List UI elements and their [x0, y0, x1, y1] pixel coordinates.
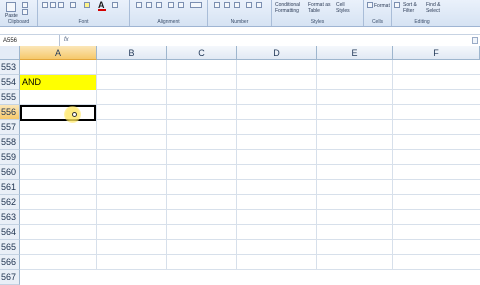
increase-decimal-icon[interactable] [246, 2, 252, 8]
active-cell-a556[interactable] [20, 105, 96, 121]
clipboard-group: Paste Clipboard [0, 0, 38, 26]
bold-icon[interactable] [42, 2, 48, 8]
gridline [20, 164, 480, 165]
column-header-b[interactable]: B [97, 46, 167, 60]
number-group: Number [208, 0, 272, 26]
styles-group: Conditional Formatting Format as Table C… [272, 0, 364, 26]
row-header[interactable]: 564 [0, 225, 20, 240]
merge-center-icon[interactable] [190, 2, 202, 8]
mouse-cursor-icon [72, 112, 77, 117]
decrease-decimal-icon[interactable] [256, 2, 262, 8]
expand-formula-bar-icon[interactable] [472, 37, 478, 44]
find-select-button[interactable]: Find & Select [426, 2, 448, 14]
font-group: A Font [38, 0, 130, 26]
row-header[interactable]: 567 [0, 270, 20, 285]
number-group-label: Number [230, 19, 249, 25]
editing-group-label: Editing [414, 19, 430, 25]
font-color-button[interactable]: A [98, 0, 106, 11]
cell-a554[interactable]: AND [20, 75, 96, 90]
row-header[interactable]: 553 [0, 60, 20, 75]
column-header-c[interactable]: C [167, 46, 237, 60]
row-header[interactable]: 557 [0, 120, 20, 135]
align-center-icon[interactable] [146, 2, 152, 8]
ribbon: Paste Clipboard A Font Alignment Number … [0, 0, 480, 27]
clipboard-group-label: Clipboard [7, 19, 30, 25]
borders-icon[interactable] [70, 2, 76, 8]
row-header[interactable]: 561 [0, 180, 20, 195]
editing-group: Sort & Filter Find & Select Editing [392, 0, 452, 26]
row-header[interactable]: 560 [0, 165, 20, 180]
row-header[interactable]: 558 [0, 135, 20, 150]
cell-styles-button[interactable]: Cell Styles [336, 2, 358, 14]
format-button[interactable]: Format [374, 3, 390, 9]
gridline [20, 224, 480, 225]
conditional-formatting-button[interactable]: Conditional Formatting [275, 2, 305, 14]
column-header-a[interactable]: A [20, 46, 97, 60]
column-header-e[interactable]: E [317, 46, 393, 60]
column-header-f[interactable]: F [393, 46, 480, 60]
align-right-icon[interactable] [156, 2, 162, 8]
row-header-selected[interactable]: 556 [0, 105, 20, 120]
row-header[interactable]: 566 [0, 255, 20, 270]
sort-filter-button[interactable]: Sort & Filter [403, 2, 423, 14]
format-as-table-button[interactable]: Format as Table [308, 2, 332, 14]
align-left-icon[interactable] [136, 2, 142, 8]
cells-group: Format Cells [364, 0, 392, 26]
row-header[interactable]: 555 [0, 90, 20, 105]
select-all-corner[interactable] [0, 46, 20, 60]
comma-style-icon[interactable] [234, 2, 240, 8]
row-header[interactable]: 563 [0, 210, 20, 225]
italic-icon[interactable] [50, 2, 56, 8]
copy-icon[interactable] [22, 9, 28, 15]
font-color-swatch [98, 9, 106, 11]
paste-icon[interactable] [6, 2, 16, 12]
font-group-label: Font [78, 19, 89, 25]
cells-group-label: Cells [371, 19, 384, 25]
insert-function-icon[interactable]: fx [64, 37, 69, 43]
row-header[interactable]: 554 [0, 75, 20, 90]
row-header[interactable]: 565 [0, 240, 20, 255]
gridline [20, 179, 480, 180]
worksheet-grid[interactable]: A B C D E F 553 554 555 556 557 558 559 … [0, 46, 480, 285]
gridline [20, 209, 480, 210]
gridline [20, 134, 480, 135]
fill-color-icon[interactable] [84, 2, 90, 8]
gridline [20, 194, 480, 195]
cut-icon[interactable] [22, 2, 28, 8]
increase-indent-icon[interactable] [178, 2, 184, 8]
gridline [20, 239, 480, 240]
column-header-d[interactable]: D [237, 46, 317, 60]
font-options-icon[interactable] [112, 2, 118, 8]
percent-icon[interactable] [224, 2, 230, 8]
row-header[interactable]: 559 [0, 150, 20, 165]
alignment-group-label: Alignment [157, 19, 180, 25]
underline-icon[interactable] [58, 2, 64, 8]
autosum-icon[interactable] [394, 2, 400, 8]
currency-icon[interactable] [214, 2, 220, 8]
gridline [20, 149, 480, 150]
styles-group-label: Styles [310, 19, 325, 25]
gridline [20, 254, 480, 255]
format-icon[interactable] [367, 2, 373, 8]
decrease-indent-icon[interactable] [168, 2, 174, 8]
alignment-group: Alignment [130, 0, 208, 26]
row-header[interactable]: 562 [0, 195, 20, 210]
